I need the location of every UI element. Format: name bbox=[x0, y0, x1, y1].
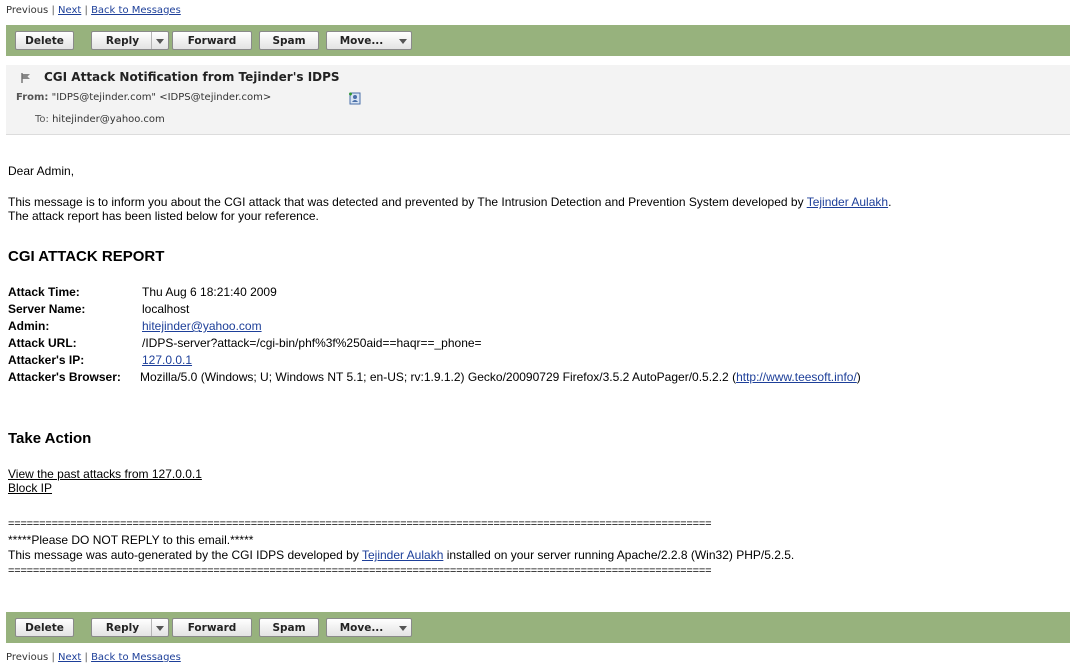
move-button[interactable]: Move... bbox=[326, 31, 412, 50]
move-options-button[interactable] bbox=[395, 619, 411, 636]
no-reply-notice: *****Please DO NOT REPLY to this email.*… bbox=[8, 533, 254, 547]
report-value: Thu Aug 6 18:21:40 2009 bbox=[142, 285, 277, 299]
bottom-toolbar: Delete Reply Forward Spam Move... bbox=[6, 612, 1070, 643]
report-label: Server Name: bbox=[8, 302, 86, 316]
footer-text: This message was auto-generated by the C… bbox=[8, 548, 795, 562]
chevron-down-icon bbox=[399, 39, 407, 44]
top-toolbar: Delete Reply Forward Spam Move... bbox=[6, 25, 1070, 56]
message-subject: CGI Attack Notification from Tejinder's … bbox=[44, 70, 340, 84]
nav-separator: | bbox=[84, 652, 88, 663]
next-link[interactable]: Next bbox=[58, 5, 81, 16]
report-value: Mozilla/5.0 (Windows; U; Windows NT 5.1;… bbox=[140, 370, 861, 384]
back-to-messages-link[interactable]: Back to Messages bbox=[91, 5, 181, 16]
view-past-attacks-link[interactable]: View the past attacks from 127.0.0.1 bbox=[8, 467, 202, 481]
move-button[interactable]: Move... bbox=[326, 618, 412, 637]
intro-paragraph-line-2: The attack report has been listed below … bbox=[8, 209, 319, 223]
report-label: Admin: bbox=[8, 319, 50, 333]
footer-author-link[interactable]: Tejinder Aulakh bbox=[362, 548, 443, 562]
admin-email-link[interactable]: hitejinder@yahoo.com bbox=[142, 319, 262, 333]
intro-paragraph: This message is to inform you about the … bbox=[8, 195, 892, 209]
from-line: From: "IDPS@tejinder.com" <IDPS@tejinder… bbox=[16, 92, 271, 103]
block-ip-link[interactable]: Block IP bbox=[8, 481, 52, 495]
flag-icon[interactable] bbox=[21, 73, 31, 83]
chevron-down-icon bbox=[156, 39, 164, 44]
from-address[interactable]: "IDPS@tejinder.com" <IDPS@tejinder.com> bbox=[52, 92, 272, 103]
add-contact-icon[interactable] bbox=[348, 91, 362, 105]
nav-separator: | bbox=[51, 5, 55, 16]
forward-button[interactable]: Forward bbox=[172, 618, 252, 637]
spam-button[interactable]: Spam bbox=[259, 31, 319, 50]
spam-button[interactable]: Spam bbox=[259, 618, 319, 637]
reply-button[interactable]: Reply bbox=[91, 31, 169, 50]
greeting: Dear Admin, bbox=[8, 164, 75, 178]
bottom-message-nav: Previous | Next | Back to Messages bbox=[6, 652, 181, 663]
message-header: CGI Attack Notification from Tejinder's … bbox=[6, 65, 1070, 135]
move-options-button[interactable] bbox=[395, 32, 411, 49]
reply-options-button[interactable] bbox=[151, 619, 168, 636]
report-label: Attack URL: bbox=[8, 336, 77, 350]
to-label: To: bbox=[35, 114, 49, 125]
to-line: To: hitejinder@yahoo.com bbox=[35, 114, 165, 125]
report-label: Attack Time: bbox=[8, 285, 80, 299]
report-label: Attacker's IP: bbox=[8, 353, 85, 367]
attacker-ip-link[interactable]: 127.0.0.1 bbox=[142, 353, 192, 367]
take-action-heading: Take Action bbox=[8, 430, 92, 447]
separator-line: ========================================… bbox=[8, 518, 712, 530]
next-link[interactable]: Next bbox=[58, 652, 81, 663]
previous-label: Previous bbox=[6, 5, 49, 16]
separator-line: ========================================… bbox=[8, 565, 712, 577]
chevron-down-icon bbox=[156, 626, 164, 631]
to-address[interactable]: hitejinder@yahoo.com bbox=[52, 114, 165, 125]
nav-separator: | bbox=[51, 652, 55, 663]
report-heading: CGI ATTACK REPORT bbox=[8, 248, 165, 265]
delete-button[interactable]: Delete bbox=[15, 618, 74, 637]
top-message-nav: Previous | Next | Back to Messages bbox=[6, 5, 181, 16]
report-value: /IDPS-server?attack=/cgi-bin/phf%3f%250a… bbox=[142, 336, 482, 350]
author-link[interactable]: Tejinder Aulakh bbox=[807, 195, 888, 209]
report-value: localhost bbox=[142, 302, 190, 316]
report-label: Attacker's Browser: bbox=[8, 370, 121, 384]
delete-button[interactable]: Delete bbox=[15, 31, 74, 50]
reply-button[interactable]: Reply bbox=[91, 618, 169, 637]
reply-options-button[interactable] bbox=[151, 32, 168, 49]
previous-label: Previous bbox=[6, 652, 49, 663]
nav-separator: | bbox=[84, 5, 88, 16]
forward-button[interactable]: Forward bbox=[172, 31, 252, 50]
chevron-down-icon bbox=[399, 626, 407, 631]
back-to-messages-link[interactable]: Back to Messages bbox=[91, 652, 181, 663]
from-label: From: bbox=[16, 92, 49, 103]
browser-site-link[interactable]: http://www.teesoft.info/ bbox=[736, 370, 857, 384]
